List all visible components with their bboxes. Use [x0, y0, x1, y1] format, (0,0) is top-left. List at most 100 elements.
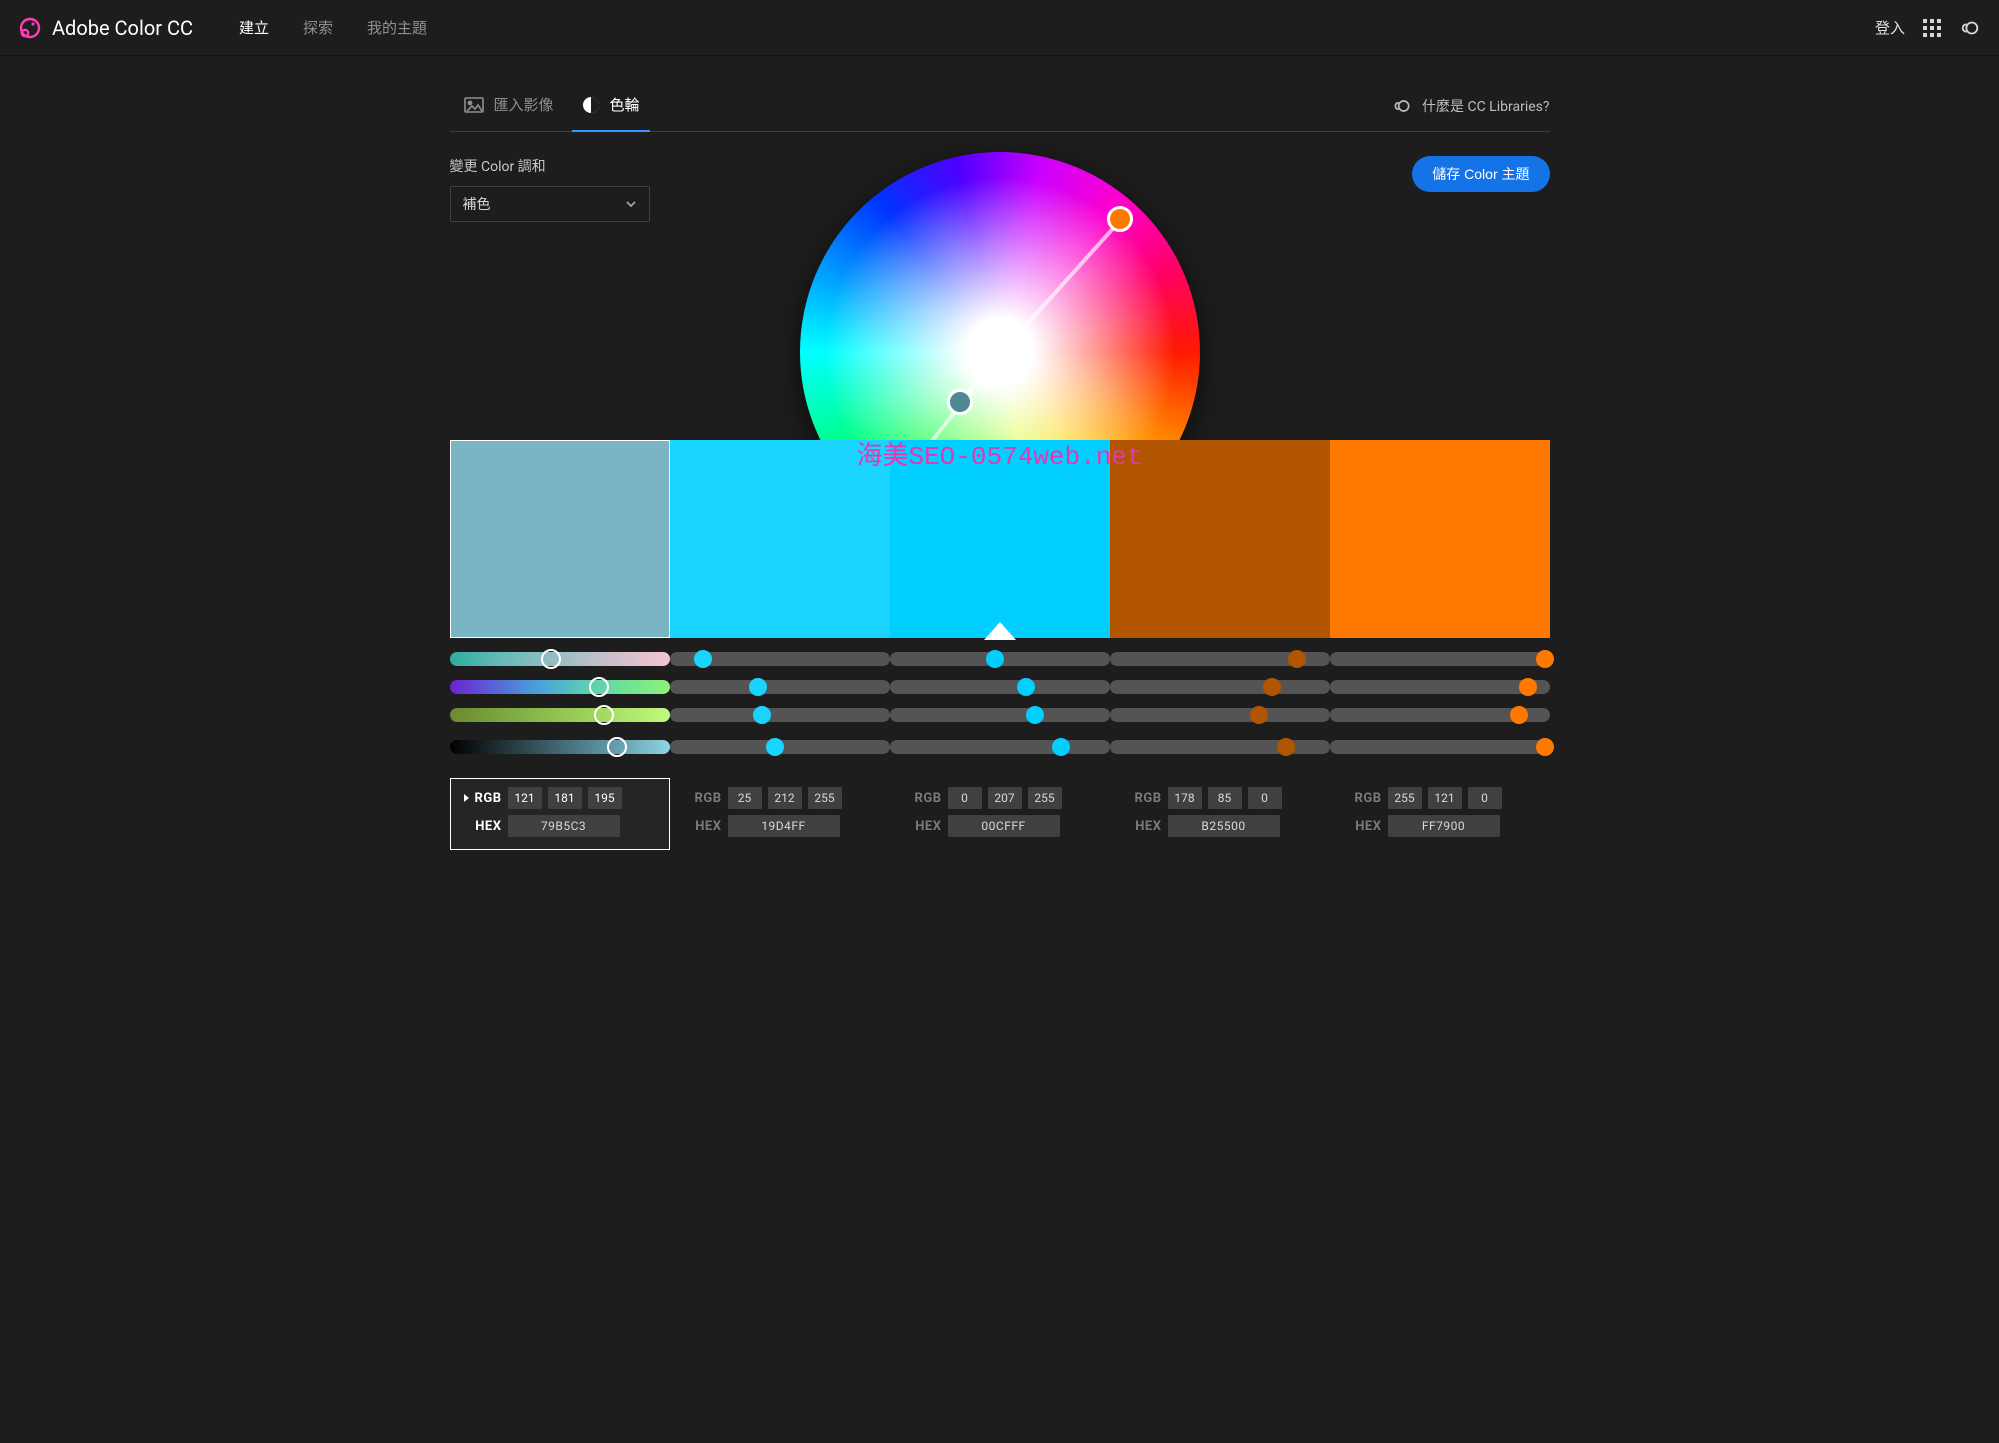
swatch[interactable]: [1110, 440, 1330, 638]
rgb-value[interactable]: 181: [548, 787, 582, 809]
val-slider[interactable]: [670, 740, 890, 754]
sat-slider[interactable]: [670, 680, 890, 694]
slider-handle[interactable]: [1536, 738, 1554, 756]
rgb-value[interactable]: 178: [1168, 787, 1202, 809]
bri-slider[interactable]: [1330, 708, 1550, 722]
login-link[interactable]: 登入: [1875, 17, 1905, 38]
slider-handle[interactable]: [607, 737, 627, 757]
slider-handle[interactable]: [694, 650, 712, 668]
sat-slider[interactable]: [1110, 680, 1330, 694]
hex-label: HEX: [458, 819, 502, 834]
slider-handle[interactable]: [766, 738, 784, 756]
hue-slider[interactable]: [1110, 652, 1330, 666]
rgb-value[interactable]: 207: [988, 787, 1022, 809]
rgb-value[interactable]: 85: [1208, 787, 1242, 809]
rgb-value[interactable]: 255: [1028, 787, 1062, 809]
slider-handle[interactable]: [1277, 738, 1295, 756]
sat-slider[interactable]: [450, 680, 670, 694]
wheel-handle[interactable]: [1107, 206, 1133, 232]
slider-handle[interactable]: [1250, 706, 1268, 724]
hex-label: HEX: [678, 819, 722, 834]
brand: Adobe Color CC: [18, 16, 193, 40]
slider-handle[interactable]: [541, 649, 561, 669]
app-header: Adobe Color CC 建立 探索 我的主題 登入: [0, 0, 1999, 56]
rgb-value[interactable]: 0: [1468, 787, 1502, 809]
slider-handle[interactable]: [1052, 738, 1070, 756]
swatch-row: [450, 440, 1550, 638]
stage: 海美SEO-0574web.net RGB121181195HEX79B5C3R…: [450, 152, 1550, 832]
swatch[interactable]: [670, 440, 890, 638]
nav-create[interactable]: 建立: [239, 17, 269, 38]
val-slider[interactable]: [450, 740, 670, 754]
slider-handle[interactable]: [1288, 650, 1306, 668]
hue-slider[interactable]: [890, 652, 1110, 666]
rgb-value[interactable]: 255: [808, 787, 842, 809]
rgb-value[interactable]: 0: [948, 787, 982, 809]
slider-handle[interactable]: [1263, 678, 1281, 696]
hex-value[interactable]: FF7900: [1388, 815, 1500, 837]
hex-value[interactable]: B25500: [1168, 815, 1280, 837]
swatch[interactable]: [890, 440, 1110, 638]
slider-handle[interactable]: [1519, 678, 1537, 696]
val-slider[interactable]: [1110, 740, 1330, 754]
slider-handle[interactable]: [749, 678, 767, 696]
wheel-handle[interactable]: [947, 389, 973, 415]
bri-slider[interactable]: [670, 708, 890, 722]
bri-slider[interactable]: [450, 708, 670, 722]
creative-cloud-icon[interactable]: [1959, 17, 1981, 39]
sat-slider[interactable]: [1330, 680, 1550, 694]
hue-slider[interactable]: [1330, 652, 1550, 666]
slider-handle[interactable]: [986, 650, 1004, 668]
brand-name: Adobe Color CC: [52, 16, 193, 40]
swatch[interactable]: [450, 440, 670, 638]
value-column: RGB178850HEXB25500: [1110, 778, 1330, 850]
slider-handle[interactable]: [1026, 706, 1044, 724]
adobe-color-logo-icon: [18, 16, 42, 40]
base-color-pointer-icon: [984, 622, 1016, 640]
slider-handle[interactable]: [589, 677, 609, 697]
tab-wheel-label: 色輪: [610, 94, 640, 115]
rgb-value[interactable]: 195: [588, 787, 622, 809]
rgb-value[interactable]: 212: [768, 787, 802, 809]
slider-handle[interactable]: [594, 705, 614, 725]
tab-import-image[interactable]: 匯入影像: [450, 80, 568, 131]
rgb-label: RGB: [695, 791, 722, 806]
apps-grid-icon[interactable]: [1923, 19, 1941, 37]
main-nav: 建立 探索 我的主題: [239, 17, 427, 38]
hex-value[interactable]: 19D4FF: [728, 815, 840, 837]
slider-handle[interactable]: [1510, 706, 1528, 724]
rgb-value[interactable]: 121: [1428, 787, 1462, 809]
val-slider[interactable]: [1330, 740, 1550, 754]
hex-label: HEX: [1338, 819, 1382, 834]
nav-my-themes[interactable]: 我的主題: [367, 17, 427, 38]
image-icon: [464, 97, 484, 113]
slider-handle[interactable]: [1536, 650, 1554, 668]
hex-value[interactable]: 00CFFF: [948, 815, 1060, 837]
value-column: RGB 25 212 255 HEX 19D4FF: [670, 778, 890, 850]
cc-libraries-link[interactable]: 什麼是 CC Libraries?: [1392, 82, 1549, 130]
slider-handle[interactable]: [1017, 678, 1035, 696]
rgb-value[interactable]: 255: [1388, 787, 1422, 809]
slider-handle[interactable]: [753, 706, 771, 724]
nav-explore[interactable]: 探索: [303, 17, 333, 38]
tab-import-label: 匯入影像: [494, 94, 554, 115]
rgb-value[interactable]: 0: [1248, 787, 1282, 809]
swatch[interactable]: [1330, 440, 1550, 638]
rgb-label: RGB: [475, 791, 502, 806]
rgb-value[interactable]: 25: [728, 787, 762, 809]
sat-slider[interactable]: [890, 680, 1110, 694]
tab-color-wheel[interactable]: 色輪: [568, 80, 654, 131]
rgb-value[interactable]: 121: [508, 787, 542, 809]
sliders: [450, 648, 1550, 764]
hex-value[interactable]: 79B5C3: [508, 815, 620, 837]
val-slider[interactable]: [890, 740, 1110, 754]
hue-slider[interactable]: [670, 652, 890, 666]
rgb-label: RGB: [1355, 791, 1382, 806]
value-column: RGB 255 121 0 HEX FF7900: [1330, 778, 1550, 850]
value-grid: RGB 121 181 195 HEX 79B5C3 RGB 25 212 255 HEX 19D4F…: [450, 778, 1550, 850]
bri-slider[interactable]: [890, 708, 1110, 722]
expand-arrow-icon[interactable]: [463, 793, 471, 803]
hue-slider[interactable]: [450, 652, 670, 666]
hex-label: HEX: [1118, 819, 1162, 834]
bri-slider[interactable]: [1110, 708, 1330, 722]
